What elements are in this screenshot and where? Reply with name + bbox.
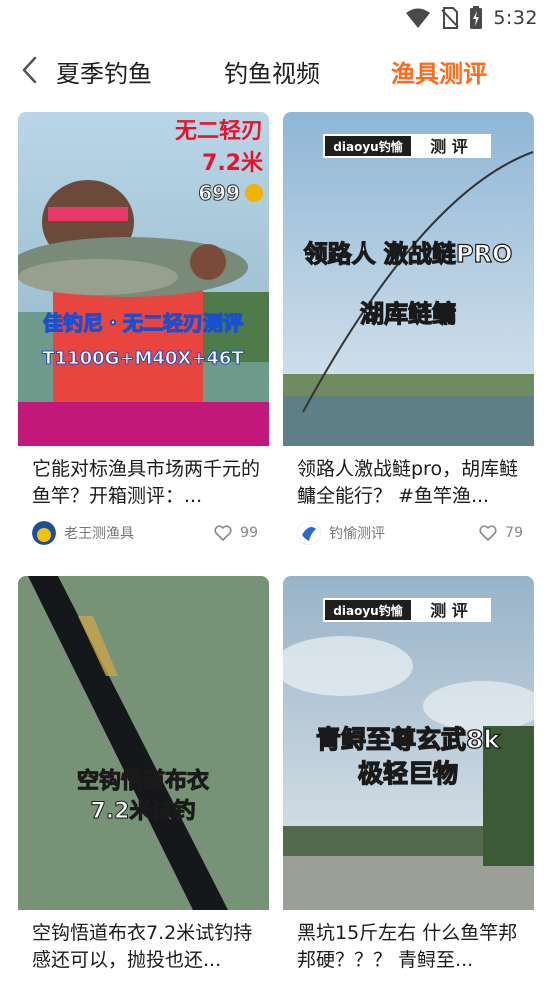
video-title[interactable]: 空钩悟道布衣7.2米试钓持感还可以，抛投也还... [32, 920, 260, 974]
like-count: 99 [240, 525, 258, 541]
back-button[interactable] [12, 52, 46, 88]
top-nav: 夏季钓鱼 钓鱼视频 渔具测评 [0, 40, 552, 102]
video-title[interactable]: 黑坑15斤左右 什么鱼竿邦邦硬？？？ 青鲟至... [297, 920, 525, 974]
video-title[interactable]: 它能对标渔具市场两千元的鱼竿？开箱测评：... [32, 456, 260, 510]
video-thumbnail[interactable]: 空钩悟道布衣 7.2米试钓 [18, 576, 269, 910]
avatar[interactable] [32, 521, 56, 545]
overlay-line2: 湖库鲢鳙 [360, 300, 456, 328]
heart-icon [479, 525, 497, 541]
video-meta: 老王测渔具 99 [32, 520, 258, 546]
overlay-tag: 测 评 [430, 137, 468, 156]
video-thumbnail[interactable]: diaoyu钓愉 测 评 领路人 激战鲢PRO 湖库鲢鳙 [283, 112, 534, 446]
tab-summer-fishing[interactable]: 夏季钓鱼 [56, 54, 152, 89]
like-count: 79 [505, 525, 523, 541]
overlay-brand: diaoyu钓愉 [333, 603, 403, 618]
video-meta: 钓愉测评 79 [297, 520, 523, 546]
overlay-line2: 7.2米试钓 [91, 798, 196, 824]
overlay-line4: T1100G+M40X+46T [42, 348, 244, 369]
status-bar: 5:32 [0, 0, 552, 38]
overlay-tag: 测 评 [430, 601, 468, 620]
battery-charging-icon [470, 6, 483, 29]
video-thumbnail[interactable]: diaoyu钓愉 测 评 青鲟至尊玄武8k 极轻巨物 [283, 576, 534, 910]
overlay-line1: 无二轻刃 [175, 118, 263, 144]
author-name[interactable]: 老王测渔具 [64, 523, 134, 543]
overlay-line1: 青鲟至尊玄武8k [316, 725, 501, 754]
like-button[interactable]: 99 [214, 525, 258, 541]
chevron-left-icon [22, 56, 37, 84]
overlay-line1: 空钩悟道布衣 [77, 768, 209, 794]
overlay-brand: diaoyu钓愉 [333, 139, 403, 154]
overlay-price: 699 [198, 181, 240, 205]
video-thumbnail[interactable]: 无二轻刃 7.2米 699 佳钓尼・无二轻刃测评 T1100G+M40X+46T [18, 112, 269, 446]
status-time: 5:32 [493, 7, 538, 29]
overlay-line1: 领路人 激战鲢PRO [304, 240, 513, 268]
coin-icon [245, 184, 263, 202]
heart-icon [214, 525, 232, 541]
author-name[interactable]: 钓愉测评 [329, 523, 385, 543]
overlay-line2: 7.2米 [202, 151, 264, 176]
no-sim-icon [441, 7, 460, 29]
like-button[interactable]: 79 [479, 525, 523, 541]
overlay-line2: 极轻巨物 [358, 759, 458, 788]
avatar[interactable] [297, 521, 321, 545]
overlay-line3: 佳钓尼・无二轻刃测评 [43, 311, 243, 335]
status-icons: 5:32 [405, 6, 538, 30]
wifi-icon [406, 8, 431, 28]
tab-gear-reviews[interactable]: 渔具测评 [391, 54, 487, 89]
video-title[interactable]: 领路人激战鲢pro，胡库鲢鳙全能行？ #鱼竿渔... [297, 456, 525, 510]
tab-fishing-videos[interactable]: 钓鱼视频 [224, 54, 320, 89]
